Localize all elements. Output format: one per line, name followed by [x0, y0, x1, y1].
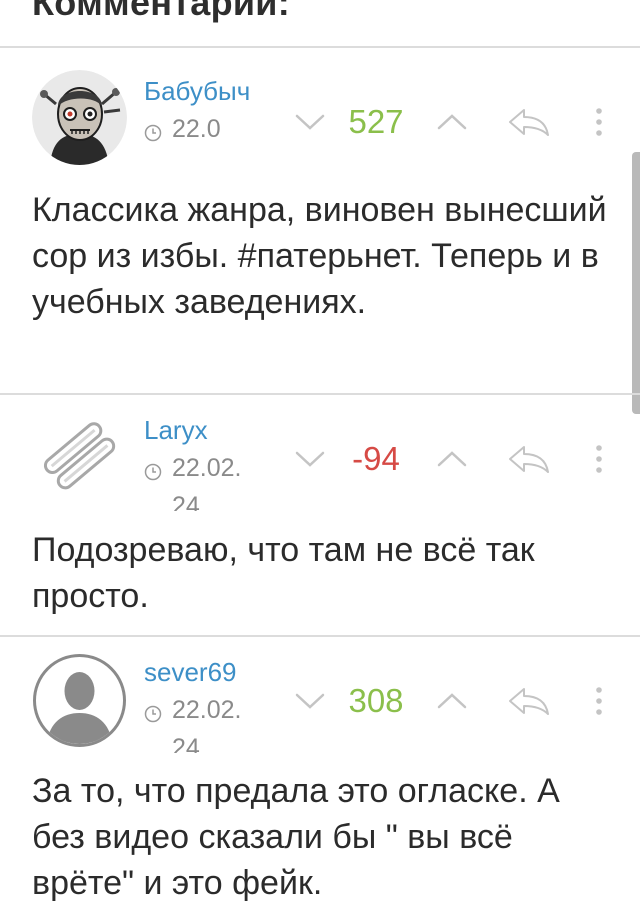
reply-arrow-icon: [509, 446, 549, 473]
reply-button[interactable]: [502, 439, 556, 479]
chevron-down-icon: [295, 451, 325, 467]
default-user-avatar-icon: [33, 654, 126, 747]
reply-button[interactable]: [502, 102, 556, 142]
comment: Laryx 22.02.24 -94 Подозреваю, что там н…: [0, 397, 640, 637]
more-options-button[interactable]: [584, 439, 614, 479]
paperclip-avatar-icon: [32, 409, 127, 504]
more-options-button[interactable]: [584, 102, 614, 142]
comment-score: -94: [352, 440, 400, 477]
comment-date: 22.02.24: [172, 454, 242, 511]
author-name[interactable]: Laryx: [144, 411, 256, 449]
more-options-button[interactable]: [584, 681, 614, 721]
comment-date: 22.0: [172, 115, 221, 143]
more-vertical-icon: [596, 687, 602, 715]
comment-meta: Бабубыч 22.0: [144, 72, 284, 174]
chevron-up-icon: [437, 114, 467, 130]
reply-arrow-icon: [509, 109, 549, 136]
comment: Бабубыч 22.0 527 Классика жанра, виновен…: [0, 50, 640, 395]
author-name[interactable]: Бабубыч: [144, 72, 256, 110]
reply-arrow-icon: [509, 688, 549, 715]
date-row: 22.0: [144, 110, 284, 148]
comment-date: 22.02.24: [172, 696, 242, 753]
comment: sever69 22.02.24 308 За то, что предала: [0, 639, 640, 923]
date-row: 22.02.24: [144, 691, 284, 753]
date-row: 22.02.24: [144, 449, 284, 511]
chevron-up-icon: [437, 693, 467, 709]
clock-icon: [144, 124, 162, 142]
avatar[interactable]: [32, 653, 127, 748]
chevron-up-icon: [437, 451, 467, 467]
comments-title: Комментарии:: [32, 0, 291, 23]
reply-button[interactable]: [502, 681, 556, 721]
vote-down-button[interactable]: [290, 681, 330, 721]
avatar[interactable]: [32, 70, 127, 165]
comment-score: 308: [348, 682, 404, 719]
more-vertical-icon: [596, 108, 602, 136]
comment-meta: Laryx 22.02.24: [144, 411, 284, 511]
chevron-down-icon: [295, 693, 325, 709]
clock-icon: [144, 705, 162, 723]
comment-text: Подозреваю, что там не всё так просто.: [32, 531, 535, 615]
chevron-down-icon: [295, 114, 325, 130]
vote-down-button[interactable]: [290, 439, 330, 479]
vote-up-button[interactable]: [432, 439, 472, 479]
comment-score: 527: [348, 103, 404, 140]
author-name[interactable]: sever69: [144, 653, 256, 691]
comment-text: Классика жанра, виновен вынесший сор из …: [32, 191, 607, 321]
more-vertical-icon: [596, 445, 602, 473]
vote-down-button[interactable]: [290, 102, 330, 142]
cyborg-avatar-icon: [32, 70, 127, 165]
vote-up-button[interactable]: [432, 681, 472, 721]
clock-icon: [144, 463, 162, 481]
comments-header: Комментарии:: [0, 0, 640, 48]
comment-meta: sever69 22.02.24: [144, 653, 284, 753]
avatar[interactable]: [32, 409, 127, 504]
comment-text: За то, что предала это огласке. А без ви…: [32, 772, 560, 902]
vote-up-button[interactable]: [432, 102, 472, 142]
